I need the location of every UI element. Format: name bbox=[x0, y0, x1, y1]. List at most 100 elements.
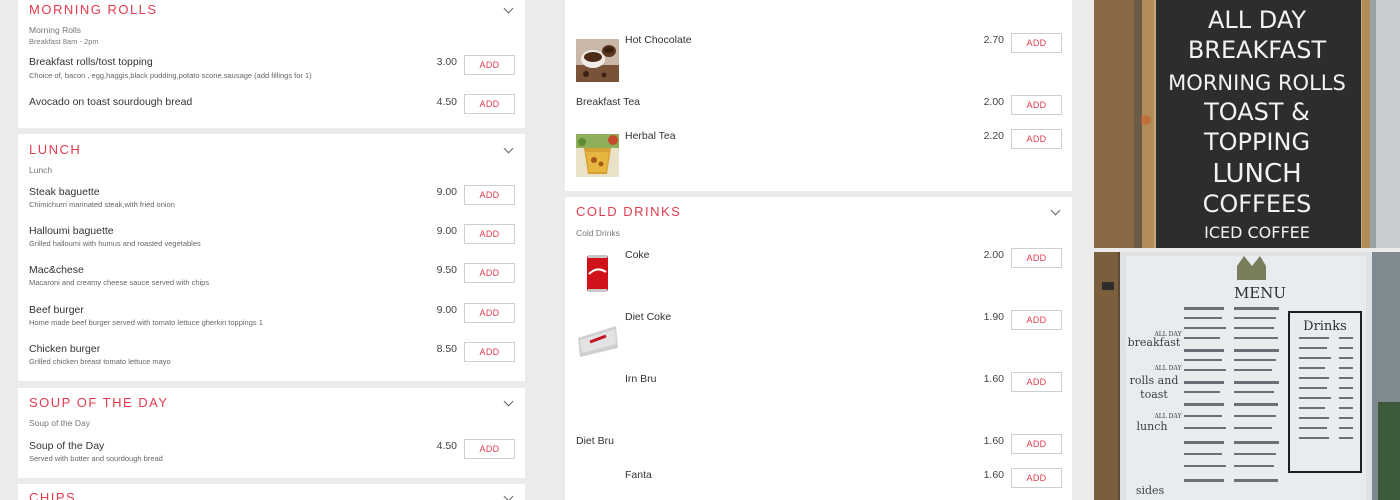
item-price: 2.20 bbox=[983, 130, 1004, 142]
menu-board-side-word: toast bbox=[1140, 388, 1168, 401]
item-name: Beef burger bbox=[29, 304, 84, 316]
item-description: Home made beef burger served with tomato… bbox=[29, 318, 263, 327]
add-button[interactable]: ADD bbox=[464, 342, 515, 362]
item-price: 9.00 bbox=[436, 186, 457, 198]
category-hot-drinks: Hot Chocolate 2.70 ADD Breakfast Tea 2.0… bbox=[565, 0, 1072, 191]
chalk-line: ALL DAY bbox=[1208, 6, 1306, 34]
chalk-line: ICED COFFEE bbox=[1204, 223, 1310, 242]
item-name: Steak baguette bbox=[29, 186, 100, 198]
item-price: 1.60 bbox=[983, 469, 1004, 481]
item-price: 9.50 bbox=[436, 264, 457, 276]
chalk-line: LUNCH bbox=[1212, 159, 1301, 189]
item-description: Grilled chicken breast tomato lettuce ma… bbox=[29, 357, 171, 366]
item-description: Grilled halloumi with humus and roasted … bbox=[29, 239, 201, 248]
chalk-line: COFFEES bbox=[1203, 190, 1312, 218]
item-name: Diet Coke bbox=[625, 311, 672, 323]
hot-chocolate-photo bbox=[576, 39, 619, 82]
item-name: Mac&chese bbox=[29, 264, 84, 276]
menu-board-side-word: ALL DAY bbox=[1153, 365, 1182, 372]
herbal-tea-photo bbox=[576, 134, 619, 177]
add-button[interactable]: ADD bbox=[1011, 129, 1062, 149]
add-button[interactable]: ADD bbox=[464, 55, 515, 75]
item-name: Breakfast Tea bbox=[576, 96, 641, 108]
item-name: Coke bbox=[625, 249, 650, 261]
item-name: Diet Bru bbox=[576, 435, 614, 447]
category-subtitle: Soup of the Day bbox=[29, 418, 90, 428]
menu-board-heading: MENU bbox=[1234, 284, 1286, 302]
item-price: 3.00 bbox=[436, 56, 457, 68]
chevron-down-icon[interactable] bbox=[503, 3, 514, 14]
add-button[interactable]: ADD bbox=[1011, 310, 1062, 330]
chalk-line: TOAST & bbox=[1203, 98, 1310, 126]
item-price: 9.00 bbox=[436, 225, 457, 237]
item-description: Served with butter and sourdough bread bbox=[29, 454, 163, 463]
item-description: Macaroni and creamy cheese sauce served … bbox=[29, 278, 210, 287]
item-price: 9.00 bbox=[436, 304, 457, 316]
category-subtitle: Morning Rolls bbox=[29, 25, 81, 35]
add-button[interactable]: ADD bbox=[1011, 33, 1062, 53]
chalkboard-photo: ALL DAY BREAKFAST MORNING ROLLS TOAST & … bbox=[1094, 0, 1400, 248]
item-name: Irn Bru bbox=[625, 373, 657, 385]
chalk-line: TOPPING bbox=[1203, 128, 1310, 156]
menu-board-side-word: rolls and bbox=[1130, 374, 1179, 387]
chevron-down-icon[interactable] bbox=[503, 143, 514, 154]
category-title[interactable]: Morning Rolls bbox=[29, 2, 158, 17]
chalk-line: MORNING ROLLS bbox=[1168, 71, 1346, 95]
category-subtitle: Cold Drinks bbox=[576, 228, 620, 238]
item-name: Hot Chocolate bbox=[625, 34, 692, 46]
add-button[interactable]: ADD bbox=[464, 439, 515, 459]
add-button[interactable]: ADD bbox=[464, 224, 515, 244]
item-name: Chicken burger bbox=[29, 343, 101, 355]
chevron-down-icon[interactable] bbox=[503, 491, 514, 500]
add-button[interactable]: ADD bbox=[1011, 372, 1062, 392]
restaurant-photos: ALL DAY BREAKFAST MORNING ROLLS TOAST & … bbox=[1094, 0, 1400, 500]
item-name: Fanta bbox=[625, 469, 652, 481]
category-soup-of-the-day: Soup of the Day Soup of the Day Soup of … bbox=[18, 388, 525, 478]
add-button[interactable]: ADD bbox=[1011, 95, 1062, 115]
item-name: Herbal Tea bbox=[625, 130, 676, 142]
category-title[interactable]: Chips bbox=[29, 490, 76, 500]
item-price: 2.00 bbox=[983, 96, 1004, 108]
category-title[interactable]: Cold Drinks bbox=[576, 204, 681, 219]
add-button[interactable]: ADD bbox=[1011, 468, 1062, 488]
category-subtitle: Lunch bbox=[29, 165, 53, 175]
category-title[interactable]: Soup of the Day bbox=[29, 395, 169, 410]
item-price: 1.60 bbox=[983, 373, 1004, 385]
item-price: 8.50 bbox=[436, 343, 457, 355]
category-cold-drinks: Cold Drinks Cold Drinks Coke 2.00 ADD bbox=[565, 197, 1072, 500]
add-button[interactable]: ADD bbox=[464, 263, 515, 283]
add-button[interactable]: ADD bbox=[464, 185, 515, 205]
item-price: 1.60 bbox=[983, 435, 1004, 447]
menu-board-side-word: ALL DAY bbox=[1153, 413, 1182, 420]
chevron-down-icon[interactable] bbox=[503, 396, 514, 407]
menu-board-side-word: lunch bbox=[1137, 420, 1168, 433]
add-button[interactable]: ADD bbox=[464, 94, 515, 114]
category-lunch: Lunch Lunch Steak baguette Chimichurri m… bbox=[18, 134, 525, 381]
add-button[interactable]: ADD bbox=[1011, 434, 1062, 454]
chalk-line: BREAKFAST bbox=[1188, 36, 1327, 64]
menu-board-drinks-heading: Drinks bbox=[1303, 319, 1347, 334]
item-description: Choice of, bacon , egg,haggis,black pudd… bbox=[29, 71, 312, 80]
item-price: 4.50 bbox=[436, 440, 457, 452]
category-morning-rolls: Morning Rolls Morning Rolls Breakfast 8a… bbox=[18, 0, 525, 128]
item-price: 4.50 bbox=[436, 96, 457, 108]
add-button[interactable]: ADD bbox=[1011, 248, 1062, 268]
menu-board-side-word: sides bbox=[1136, 484, 1165, 497]
category-hours: Breakfast 8am - 2pm bbox=[29, 37, 99, 46]
item-name: Avocado on toast sourdough bread bbox=[29, 96, 193, 108]
item-name: Breakfast rolls/tost topping bbox=[29, 56, 153, 68]
menu-board-photo: MENU Drinks ALL DAY breakfast ALL DAY ro… bbox=[1094, 252, 1400, 500]
category-chips: Chips bbox=[18, 484, 525, 500]
category-title[interactable]: Lunch bbox=[29, 142, 81, 157]
chevron-down-icon[interactable] bbox=[1050, 205, 1061, 216]
item-name: Halloumi baguette bbox=[29, 225, 114, 237]
item-price: 2.00 bbox=[983, 249, 1004, 261]
item-name: Soup of the Day bbox=[29, 440, 105, 452]
coke-can-photo bbox=[576, 252, 619, 295]
item-description: Chimichurri marinated steak,with fried o… bbox=[29, 200, 175, 209]
add-button[interactable]: ADD bbox=[464, 303, 515, 323]
menu-board-side-word: breakfast bbox=[1128, 336, 1181, 349]
item-price: 2.70 bbox=[983, 34, 1004, 46]
diet-coke-can-photo bbox=[576, 314, 619, 357]
item-price: 1.90 bbox=[983, 311, 1004, 323]
